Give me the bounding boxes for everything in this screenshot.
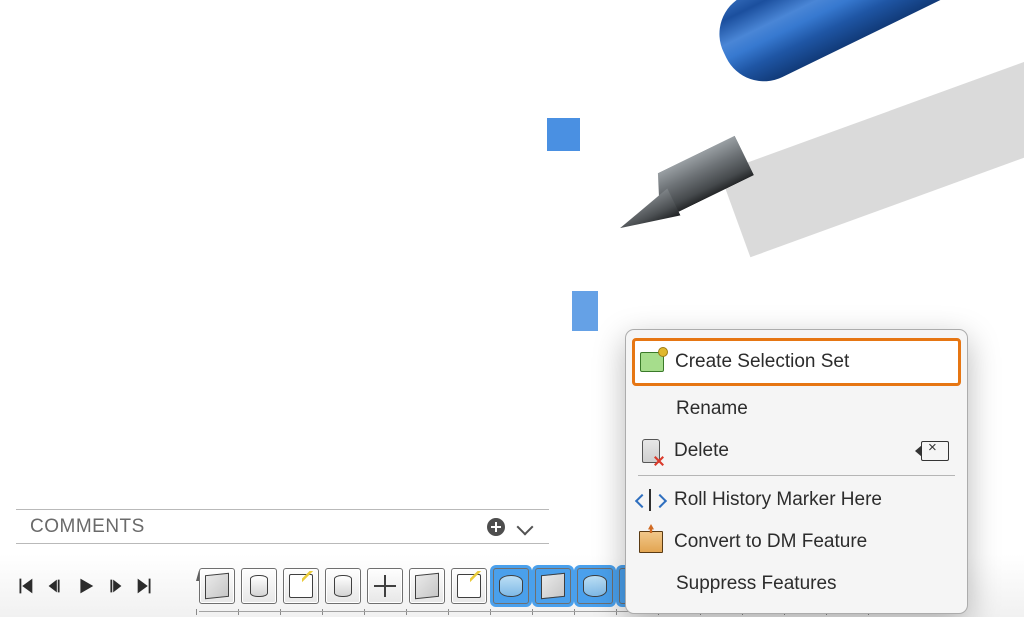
menu-item-label: Roll History Marker Here	[674, 489, 949, 511]
extrude-icon	[334, 575, 352, 597]
context-menu: Create Selection Set Rename Delete Roll …	[625, 329, 968, 614]
timeline-nav-group	[12, 571, 158, 601]
timeline-feature-sketch-1[interactable]	[199, 568, 235, 604]
extrude-icon	[250, 575, 268, 597]
timeline-feature-sketch-3[interactable]	[451, 568, 487, 604]
menu-item-label: Delete	[674, 440, 911, 462]
move-icon	[374, 575, 396, 597]
menu-separator	[638, 475, 955, 476]
timeline-feature-revolve-1[interactable]	[493, 568, 529, 604]
revolve-icon	[583, 575, 607, 597]
timeline-feature-sketch-2[interactable]	[283, 568, 319, 604]
add-comment-icon[interactable]	[487, 518, 505, 536]
menu-item-label: Suppress Features	[676, 573, 949, 595]
menu-item-label: Create Selection Set	[675, 351, 948, 373]
comments-bar: COMMENTS	[16, 509, 549, 544]
timeline-feature-fillet-2[interactable]	[535, 568, 571, 604]
sketch-icon	[457, 574, 481, 598]
menu-convert-dm-feature[interactable]: Convert to DM Feature	[626, 521, 967, 563]
sketch-icon	[289, 574, 313, 598]
selection-handle[interactable]	[547, 118, 580, 151]
feature-icon	[205, 572, 229, 599]
menu-item-label: Convert to DM Feature	[674, 531, 949, 553]
model-3d	[595, 0, 1024, 270]
timeline-prev-button[interactable]	[42, 571, 68, 601]
feature-icon	[415, 572, 439, 599]
convert-dm-icon	[638, 529, 664, 555]
menu-suppress-features[interactable]: Suppress Features	[626, 563, 967, 605]
menu-delete[interactable]: Delete	[626, 430, 967, 472]
roll-history-icon	[638, 487, 664, 513]
timeline-play-button[interactable]	[72, 571, 98, 601]
timeline-next-button[interactable]	[102, 571, 128, 601]
menu-create-selection-set[interactable]: Create Selection Set	[632, 338, 961, 386]
timeline-feature-extrude-2[interactable]	[325, 568, 361, 604]
timeline-feature-fillet-3[interactable]	[577, 568, 613, 604]
create-selection-set-icon	[639, 349, 665, 375]
comments-label: COMMENTS	[30, 516, 145, 538]
feature-icon	[541, 572, 565, 599]
timeline-feature-move-1[interactable]	[367, 568, 403, 604]
timeline-feature-fillet-1[interactable]	[409, 568, 445, 604]
menu-rename[interactable]: Rename	[626, 388, 967, 430]
menu-roll-history-marker[interactable]: Roll History Marker Here	[626, 479, 967, 521]
timeline-first-button[interactable]	[12, 571, 38, 601]
menu-item-label: Rename	[676, 398, 949, 420]
expand-comments-icon[interactable]	[517, 518, 534, 535]
delete-shortcut-icon	[921, 441, 949, 461]
selection-handle[interactable]	[572, 291, 598, 331]
timeline-last-button[interactable]	[132, 571, 158, 601]
delete-icon	[638, 438, 664, 464]
revolve-icon	[499, 575, 523, 597]
timeline-feature-extrude-1[interactable]	[241, 568, 277, 604]
